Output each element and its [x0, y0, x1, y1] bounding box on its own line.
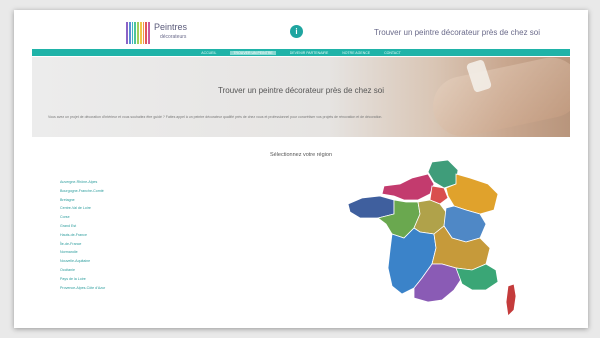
region-link-bourgogne-franche-comte[interactable]: Bourgogne-Franche-Comté	[60, 187, 105, 196]
main-navigation: Accueil Trouver un peintre Devenir parte…	[32, 49, 570, 56]
nav-item-devenir-partenaire[interactable]: Devenir partenaire	[290, 51, 329, 55]
logo-bar	[126, 22, 128, 44]
region-link-auvergne-rhone-alpes[interactable]: Auvergne-Rhône-Alpes	[60, 178, 105, 187]
header-tagline: Trouver un peintre décorateur près de ch…	[374, 28, 541, 37]
logo-icon[interactable]	[126, 22, 151, 44]
region-link-corse[interactable]: Corse	[60, 213, 105, 222]
region-list: Auvergne-Rhône-Alpes Bourgogne-Franche-C…	[60, 178, 105, 292]
hero-text: Vous avez un projet de décoration d'inté…	[48, 115, 383, 119]
site-header: Peintres décorateurs i Trouver un peintr…	[14, 10, 588, 48]
browser-page: Peintres décorateurs i Trouver un peintr…	[14, 10, 588, 328]
region-link-normandie[interactable]: Normandie	[60, 248, 105, 257]
region-link-grand-est[interactable]: Grand Est	[60, 222, 105, 231]
info-icon[interactable]: i	[290, 25, 303, 38]
hero-banner: Trouver un peintre décorateur près de ch…	[32, 57, 570, 137]
map-region-normandie[interactable]	[381, 173, 435, 201]
region-link-nouvelle-aquitaine[interactable]: Nouvelle-Aquitaine	[60, 257, 105, 266]
hero-title: Trouver un peintre décorateur près de ch…	[217, 86, 384, 95]
nav-item-accueil[interactable]: Accueil	[201, 51, 216, 55]
logo-bar	[128, 22, 131, 44]
nav-item-notre-agence[interactable]: Notre agence	[342, 51, 370, 55]
logo-subtitle: décorateurs	[160, 34, 187, 40]
region-link-ile-de-france[interactable]: Île-de-France	[60, 240, 105, 249]
region-link-bretagne[interactable]: Bretagne	[60, 196, 105, 205]
region-section-title: Sélectionnez votre région	[269, 152, 333, 158]
map-region-bretagne[interactable]	[348, 195, 395, 219]
france-regions-map	[348, 160, 517, 317]
region-link-occitanie[interactable]: Occitanie	[60, 266, 105, 275]
logo-bar	[131, 22, 134, 44]
nav-item-trouver-un-peintre[interactable]: Trouver un peintre	[230, 50, 276, 55]
logo-bar	[137, 22, 139, 44]
nav-item-contact[interactable]: Contact	[384, 51, 401, 55]
logo-bar	[145, 22, 148, 44]
logo-bar	[148, 22, 151, 44]
paint-brush-image	[427, 57, 570, 137]
region-link-pays-de-la-loire[interactable]: Pays de la Loire	[60, 275, 105, 284]
logo-title[interactable]: Peintres	[154, 23, 187, 32]
map-region-corse[interactable]	[505, 283, 517, 317]
region-link-hauts-de-france[interactable]: Hauts-de-France	[60, 231, 105, 240]
logo-bar	[139, 22, 142, 44]
logo-bar	[142, 22, 145, 44]
logo-bar	[134, 22, 137, 44]
region-link-provence-alpes-cote-dazur[interactable]: Provence-Alpes-Côte d'Azur	[60, 284, 105, 293]
region-link-centre-val-de-loire[interactable]: Centre-Val de Loire	[60, 204, 105, 213]
